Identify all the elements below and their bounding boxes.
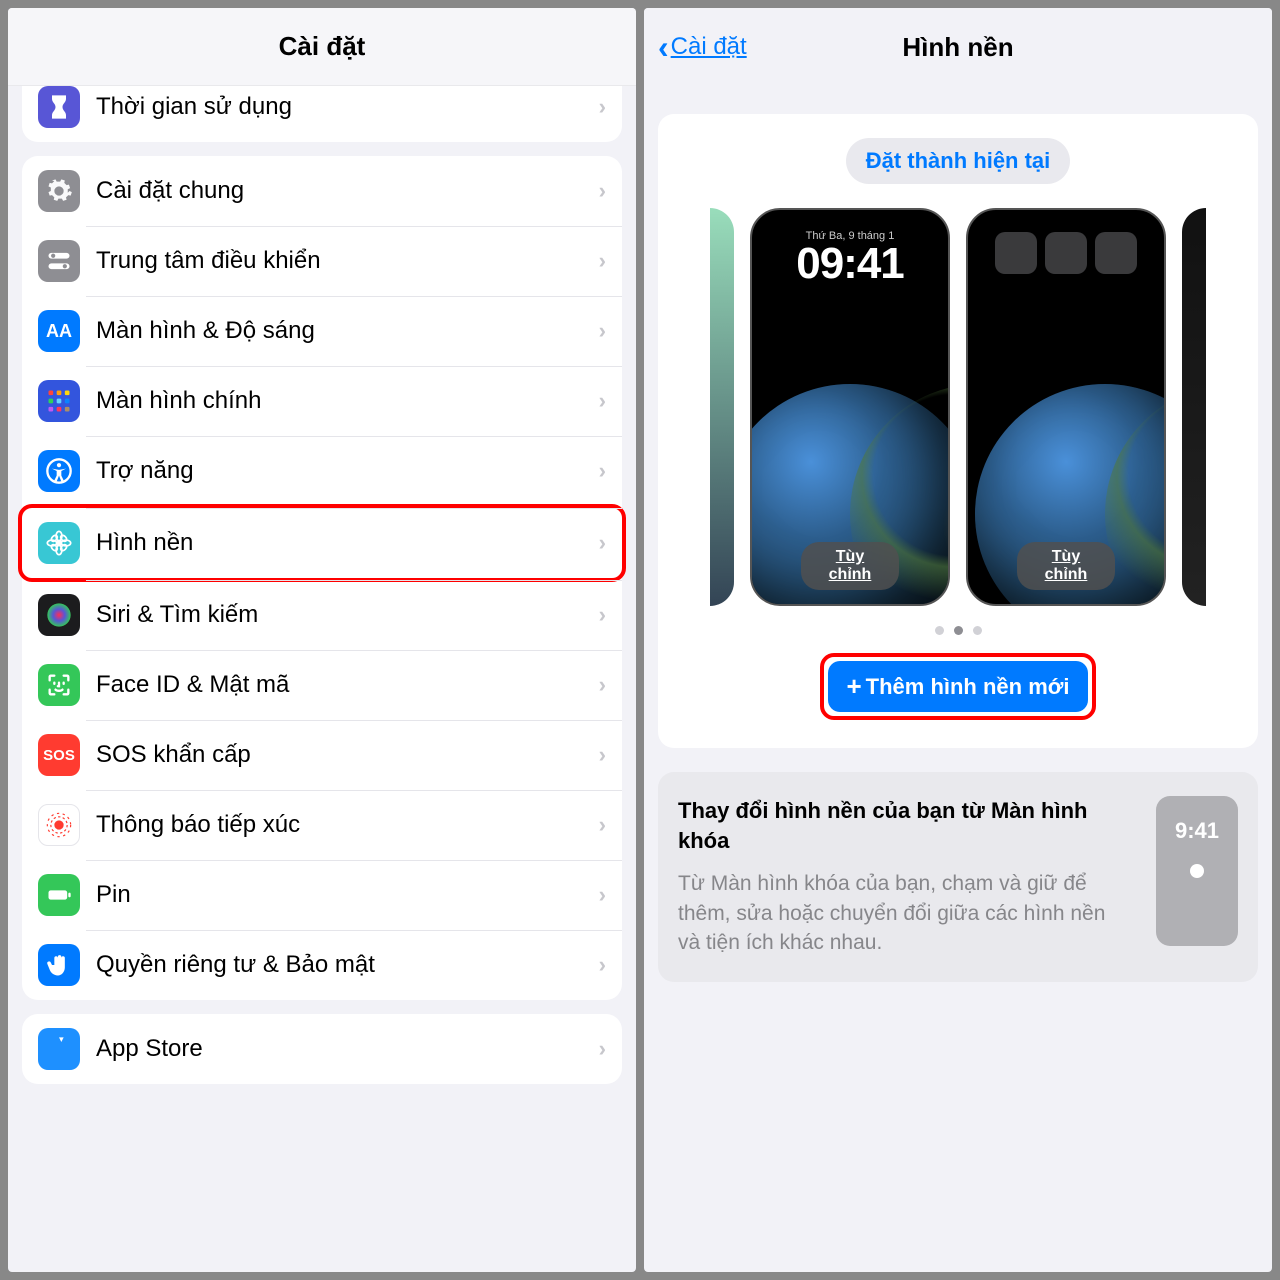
customize-lock-button[interactable]: Tùy chỉnh [801, 542, 899, 590]
appstore-icon [38, 1028, 80, 1070]
chevron-right-icon: › [599, 94, 606, 120]
settings-scroll[interactable]: Thời gian sử dụng › Cài đặt chung›Trung … [8, 86, 636, 1272]
settings-title: Cài đặt [279, 31, 366, 62]
back-button[interactable]: ‹ Cài đặt [658, 29, 747, 66]
row-label: Cài đặt chung [96, 177, 599, 205]
row-label: Siri & Tìm kiếm [96, 601, 599, 629]
info-card: Thay đổi hình nền của bạn từ Màn hình kh… [658, 772, 1258, 982]
chevron-left-icon: ‹ [658, 29, 669, 66]
row-flower[interactable]: Hình nền› [18, 504, 626, 582]
row-sos[interactable]: SOS SOS khẩn cấp› [22, 720, 622, 790]
wallpaper-header: ‹ Cài đặt Hình nền [644, 8, 1272, 86]
info-desc: Từ Màn hình khóa của bạn, chạm và giữ để… [678, 869, 1132, 957]
gear-icon [38, 170, 80, 212]
grid-icon [38, 380, 80, 422]
info-thumb-dot [1190, 864, 1204, 878]
info-title: Thay đổi hình nền của bạn từ Màn hình kh… [678, 796, 1132, 855]
sos-icon: SOS [38, 734, 80, 776]
chevron-right-icon: › [599, 672, 606, 698]
accessibility-icon [38, 450, 80, 492]
settings-group-main: Cài đặt chung›Trung tâm điều khiển›AAMàn… [22, 156, 622, 1000]
add-wallpaper-button[interactable]: + Thêm hình nền mới [828, 661, 1087, 712]
chevron-right-icon: › [599, 882, 606, 908]
row-exposure[interactable]: Thông báo tiếp xúc› [22, 790, 622, 860]
settings-group-appstore: App Store › [22, 1014, 622, 1084]
info-thumb-time: 9:41 [1175, 818, 1219, 844]
row-grid[interactable]: Màn hình chính› [22, 366, 622, 436]
widget-icon [1095, 232, 1137, 274]
widget-icon [995, 232, 1037, 274]
home-widgets [968, 232, 1164, 274]
aa-icon: AA [38, 310, 80, 352]
plus-icon: + [846, 671, 861, 702]
widget-icon [1045, 232, 1087, 274]
chevron-right-icon: › [599, 1036, 606, 1062]
row-label: Hình nền [96, 529, 599, 557]
lock-screen-preview[interactable]: Thứ Ba, 9 tháng 1 09:41 Tùy chỉnh [750, 208, 950, 606]
chevron-right-icon: › [599, 458, 606, 484]
wallpaper-title: Hình nền [902, 32, 1013, 63]
settings-pane: Cài đặt Thời gian sử dụng › Cài đặt chun… [8, 8, 636, 1272]
row-label: Thông báo tiếp xúc [96, 811, 599, 839]
chevron-right-icon: › [599, 318, 606, 344]
info-text: Thay đổi hình nền của bạn từ Màn hình kh… [678, 796, 1132, 958]
chevron-right-icon: › [599, 530, 606, 556]
set-current-button[interactable]: Đặt thành hiện tại [846, 138, 1071, 184]
chevron-right-icon: › [599, 812, 606, 838]
row-hand[interactable]: Quyền riêng tư & Bảo mật› [22, 930, 622, 1000]
chevron-right-icon: › [599, 178, 606, 204]
row-switches[interactable]: Trung tâm điều khiển› [22, 226, 622, 296]
chevron-right-icon: › [599, 952, 606, 978]
preview-edge-left[interactable] [710, 208, 734, 606]
row-battery[interactable]: Pin› [22, 860, 622, 930]
home-screen-preview[interactable]: Tùy chỉnh [966, 208, 1166, 606]
siri-icon [38, 594, 80, 636]
dot-icon [935, 626, 944, 635]
hand-icon [38, 944, 80, 986]
row-label: Trợ năng [96, 457, 599, 485]
row-aa[interactable]: AA Màn hình & Độ sáng› [22, 296, 622, 366]
exposure-icon [38, 804, 80, 846]
row-label: Màn hình chính [96, 387, 599, 415]
row-label: Trung tâm điều khiển [96, 247, 599, 275]
chevron-right-icon: › [599, 602, 606, 628]
preview-edge-right[interactable] [1182, 208, 1206, 606]
flower-icon [38, 522, 80, 564]
settings-group-partial: Thời gian sử dụng › [22, 86, 622, 142]
row-gear[interactable]: Cài đặt chung› [22, 156, 622, 226]
lock-time: 09:41 [752, 242, 948, 286]
row-siri[interactable]: Siri & Tìm kiếm› [22, 580, 622, 650]
switches-icon [38, 240, 80, 282]
chevron-right-icon: › [599, 742, 606, 768]
faceid-icon [38, 664, 80, 706]
row-label: Quyền riêng tư & Bảo mật [96, 951, 599, 979]
row-label: SOS khẩn cấp [96, 741, 599, 769]
wallpaper-previews: Thứ Ba, 9 tháng 1 09:41 Tùy chỉnh Tùy ch… [674, 208, 1242, 606]
chevron-right-icon: › [599, 388, 606, 414]
row-label: Pin [96, 881, 599, 909]
wallpaper-pane: ‹ Cài đặt Hình nền Đặt thành hiện tại Th… [644, 8, 1272, 1272]
row-appstore[interactable]: App Store › [22, 1014, 622, 1084]
dot-icon [973, 626, 982, 635]
battery-icon [38, 874, 80, 916]
customize-home-button[interactable]: Tùy chỉnh [1017, 542, 1115, 590]
info-thumbnail: 9:41 [1156, 796, 1238, 946]
chevron-right-icon: › [599, 248, 606, 274]
row-faceid[interactable]: Face ID & Mật mã› [22, 650, 622, 720]
settings-header: Cài đặt [8, 8, 636, 86]
dot-icon [954, 626, 963, 635]
page-dots [674, 626, 1242, 635]
row-accessibility[interactable]: Trợ năng› [22, 436, 622, 506]
row-label: Face ID & Mật mã [96, 671, 599, 699]
add-wallpaper-highlight: + Thêm hình nền mới [820, 653, 1095, 720]
hourglass-icon [38, 86, 80, 128]
wallpaper-scroll[interactable]: Đặt thành hiện tại Thứ Ba, 9 tháng 1 09:… [644, 86, 1272, 1272]
row-screentime[interactable]: Thời gian sử dụng › [22, 86, 622, 142]
wallpaper-card: Đặt thành hiện tại Thứ Ba, 9 tháng 1 09:… [658, 114, 1258, 748]
row-label: Màn hình & Độ sáng [96, 317, 599, 345]
